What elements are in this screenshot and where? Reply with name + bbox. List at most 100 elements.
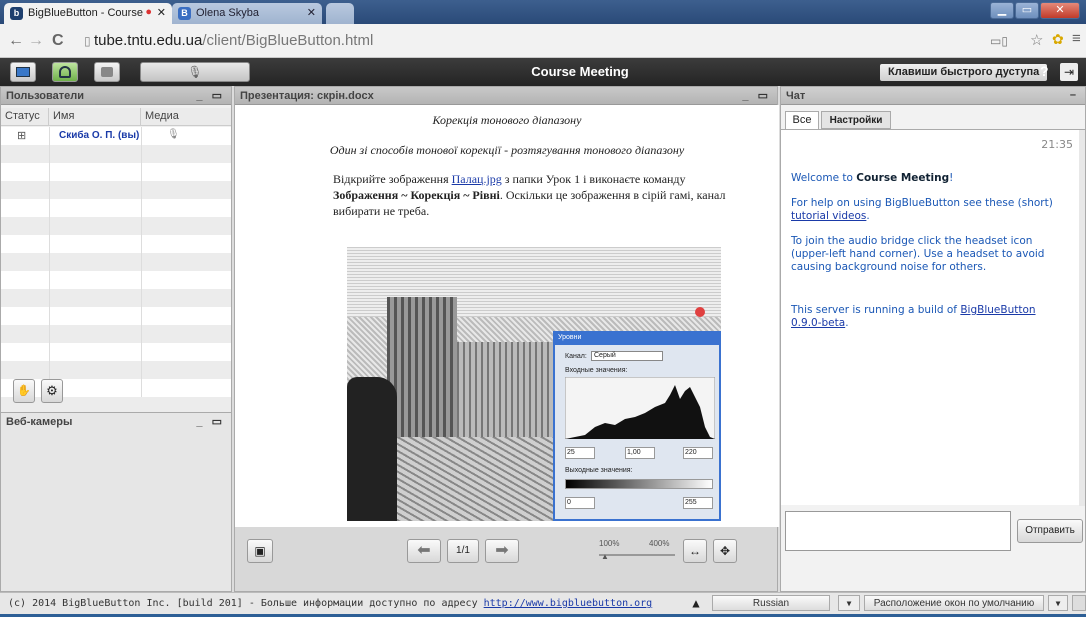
panel-window-controls[interactable]: _ ▭ (742, 89, 771, 102)
users-panel: Пользователи _ ▭ Статус Имя Медиа ⊞ Скиба… (0, 86, 232, 415)
ground-shape (397, 437, 557, 521)
webcams-panel-header: Веб-камеры _ ▭ (1, 413, 231, 431)
output-levels-label: Выходные значения: (565, 467, 633, 474)
webcam-button[interactable] (94, 62, 120, 82)
input-gamma-field[interactable]: 1,00 (625, 447, 655, 459)
chat-panel: Чат – Все Настройки 21:35 Welcome to Cour… (780, 86, 1086, 592)
language-select[interactable]: Russian (712, 595, 830, 611)
column-name[interactable]: Имя (49, 108, 141, 126)
users-panel-header: Пользователи _ ▭ (1, 87, 231, 105)
para-text: з папки Урок 1 і виконаєте команду (501, 172, 686, 186)
help-end: . (866, 210, 870, 222)
app-toolbar: 🎙 Course Meeting Клавиши быстрого дуступ… (0, 58, 1086, 86)
layout-select[interactable]: Расположение окон по умолчанию (864, 595, 1044, 611)
chat-message-list: Welcome to Course Meeting! For help on u… (791, 172, 1061, 330)
chevron-down-icon[interactable]: ▼ (1048, 595, 1068, 611)
webcams-panel-title: Веб-камеры (6, 416, 73, 428)
close-tab-icon[interactable]: ✕ (307, 6, 316, 19)
channel-select[interactable]: Серый (591, 351, 663, 361)
presentation-header: Презентация: скрін.docx _ ▭ (235, 87, 777, 105)
help-button[interactable]: ? (1040, 63, 1049, 79)
input-white-field[interactable]: 220 (683, 447, 713, 459)
panel-window-controls[interactable]: – (1070, 89, 1079, 101)
chat-messages: 21:35 Welcome to Course Meeting! For hel… (781, 129, 1085, 506)
tree-shape (347, 377, 397, 521)
page-number[interactable]: 1/1 (447, 539, 479, 563)
translate-icon[interactable]: ▭▯ (990, 34, 1008, 48)
maximize-window-icon[interactable]: ▭ (1015, 2, 1039, 19)
zoom-slider[interactable] (599, 554, 675, 556)
fit-page-icon[interactable]: ✥ (713, 539, 737, 563)
bookmark-star-icon[interactable]: ☆ (1030, 31, 1043, 49)
webcams-panel: Веб-камеры _ ▭ (0, 412, 232, 592)
close-window-icon[interactable]: ✕ (1040, 2, 1080, 19)
output-black-field[interactable]: 0 (565, 497, 595, 509)
fit-width-icon[interactable]: ↔ (683, 539, 707, 563)
tutorial-link[interactable]: tutorial videos (791, 210, 866, 222)
building-shape (457, 342, 557, 437)
tab-all[interactable]: Все (785, 111, 819, 129)
tower-shape (387, 297, 457, 437)
channel-label: Канал: (565, 353, 587, 360)
warning-icon[interactable]: ▲ (688, 596, 704, 610)
raise-hand-button[interactable]: ✋ (13, 379, 35, 403)
url-field[interactable]: ▯ tube.tntu.edu.ua/client/BigBlueButton.… (84, 29, 1074, 53)
server-text: This server is running a build of (791, 304, 961, 316)
settings-gear-icon[interactable]: ⚙ (41, 379, 63, 403)
shortcut-keys-button[interactable]: Клавиши быстрого дуступа (880, 64, 1048, 81)
column-status[interactable]: Статус (1, 108, 49, 126)
bbb-website-link[interactable]: http://www.bigbluebutton.org (484, 598, 653, 609)
para-text: Відкрийте зображення (333, 172, 452, 186)
panel-window-controls[interactable]: _ ▭ (196, 89, 225, 102)
send-button[interactable]: Отправить (1017, 519, 1083, 543)
mic-icon: 🎙 (167, 129, 180, 140)
input-black-field[interactable]: 25 (565, 447, 595, 459)
chat-title: Чат (786, 90, 806, 102)
lock-layout-button[interactable] (1072, 595, 1086, 611)
menu-icon[interactable]: ≡ (1072, 30, 1081, 47)
help-message: For help on using BigBlueButton see thes… (791, 197, 1061, 223)
column-media[interactable]: Медиа (141, 108, 231, 126)
forward-icon[interactable]: → (28, 32, 44, 50)
upload-presentation-icon[interactable]: ▣ (247, 539, 273, 563)
new-tab-button[interactable] (326, 3, 354, 24)
server-end: . (845, 317, 849, 329)
zoom-slider-thumb[interactable]: ▲ (601, 552, 609, 561)
presentation-slide[interactable]: Корекція тонового діапазону Один зі спос… (235, 105, 779, 527)
file-link[interactable]: Палац.jpg (452, 172, 502, 186)
browser-tab-olena[interactable]: B Olena Skyba ✕ (172, 3, 322, 24)
chevron-down-icon[interactable]: ▼ (838, 595, 860, 611)
browser-tab-bbb[interactable]: b BigBlueButton - Course ● ✕ (4, 3, 172, 24)
input-levels-label: Входные значения: (565, 367, 628, 374)
palace-photo: Уровни Канал: Серый Входные значения: 25… (347, 247, 721, 521)
bbb-icon: b (10, 7, 23, 20)
zoom-max-label: 400% (649, 539, 670, 548)
reload-icon[interactable]: C (52, 32, 64, 50)
zoom-min-label: 100% (599, 539, 620, 548)
desktop-share-button[interactable] (10, 62, 36, 82)
url-path: /client/BigBlueButton.html (202, 32, 374, 49)
close-tab-icon[interactable]: ✕ (157, 6, 166, 19)
help-text: For help on using BigBlueButton see thes… (791, 197, 1053, 209)
tab-settings[interactable]: Настройки (821, 111, 891, 129)
user-row[interactable]: ⊞ Скиба О. П. (вы) 🎙 (1, 127, 231, 145)
back-icon[interactable]: ← (8, 32, 24, 50)
output-gradient (565, 479, 713, 489)
extension-icon[interactable]: ✿ (1052, 31, 1064, 48)
histogram (565, 377, 715, 439)
panel-window-controls[interactable]: _ ▭ (196, 415, 225, 428)
page-icon: ▯ (84, 34, 94, 48)
logout-icon[interactable]: ⇥ (1060, 63, 1078, 81)
audio-message: To join the audio bridge click the heads… (791, 235, 1045, 273)
meeting-title: Course Meeting (531, 64, 629, 79)
chat-input[interactable] (785, 511, 1011, 551)
headset-button[interactable] (52, 62, 78, 82)
output-white-field[interactable]: 255 (683, 497, 713, 509)
welcome-message: Welcome to Course Meeting! (791, 172, 1061, 185)
previous-slide-icon[interactable]: ⬅ (407, 539, 441, 563)
minimize-window-icon[interactable]: ▁ (990, 2, 1014, 19)
address-bar: ← → C ▯ tube.tntu.edu.ua/client/BigBlueB… (0, 24, 1086, 58)
next-slide-icon[interactable]: ➡ (485, 539, 519, 563)
chat-scrollbar[interactable] (1079, 130, 1085, 506)
microphone-button[interactable]: 🎙 (140, 62, 250, 82)
